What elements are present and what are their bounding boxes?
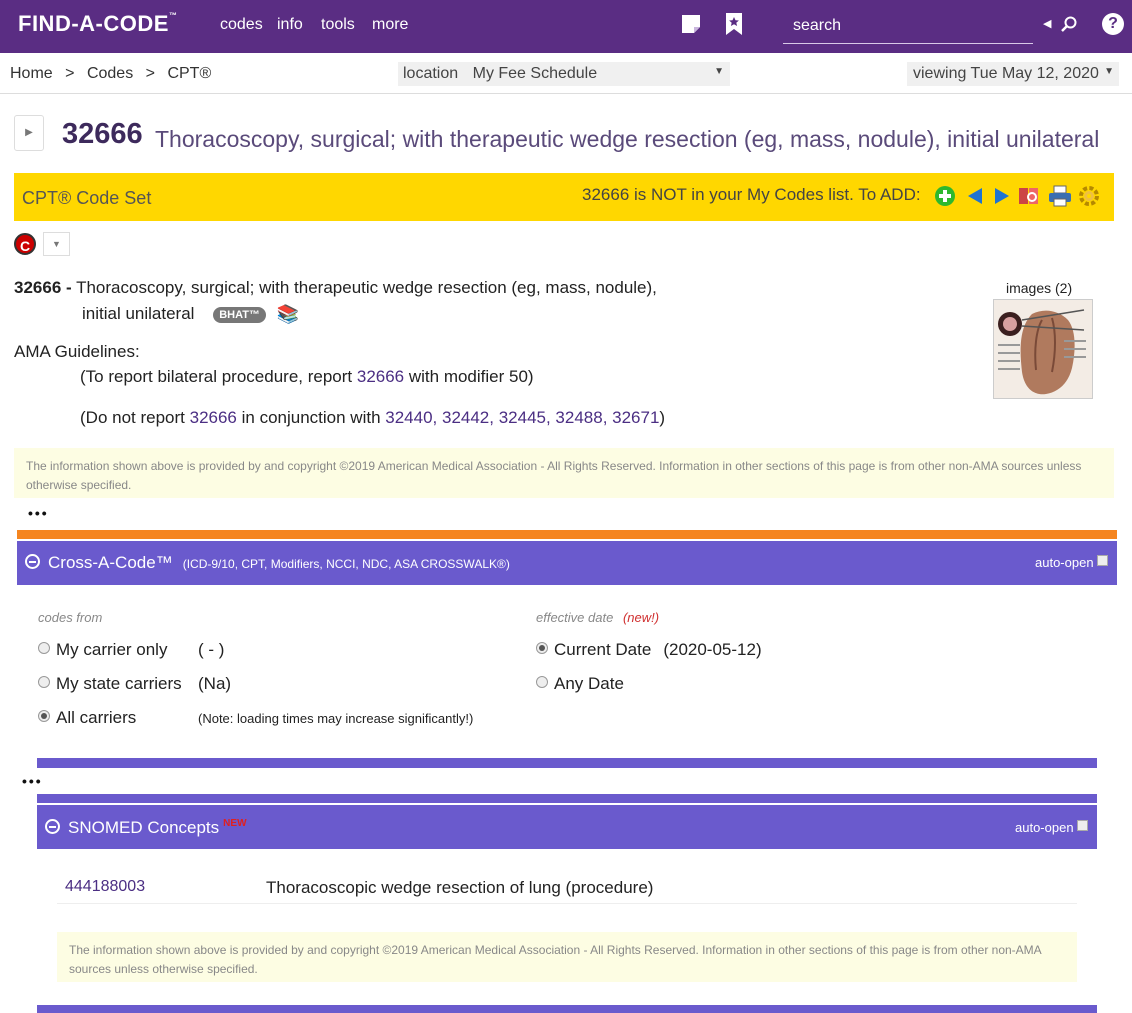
next-arrow-icon[interactable] — [991, 185, 1013, 207]
code-description-line2: initial unilateral BHAT™ 📚 — [82, 304, 299, 325]
search-input[interactable]: search — [783, 10, 1033, 44]
guideline-text: ) — [659, 408, 666, 427]
snomed-title: SNOMED Concepts NEW — [45, 818, 247, 838]
radio-any-date[interactable]: Any Date — [536, 674, 624, 694]
section-footer-bar — [37, 758, 1097, 768]
breadcrumb: Home > Codes > CPT® — [10, 65, 219, 83]
bhat-badge[interactable]: BHAT™ — [213, 306, 266, 323]
auto-open-checkbox[interactable] — [1096, 555, 1108, 566]
guideline-text: (Do not report — [80, 408, 190, 427]
effective-date-label: effective date (new!) — [536, 610, 660, 625]
book-search-icon[interactable] — [1018, 185, 1040, 207]
auto-open-toggle[interactable]: auto-open — [1035, 555, 1108, 570]
previous-arrow-icon[interactable] — [964, 185, 986, 207]
location-select[interactable]: location My Fee Schedule ▼ — [398, 62, 730, 86]
nav-info-link[interactable]: info — [277, 16, 303, 34]
location-label: location — [403, 65, 459, 82]
bookmark-star-icon[interactable] — [725, 12, 743, 41]
radio-current-date[interactable]: Current Date (2020-05-12) — [536, 640, 762, 660]
page-title-code: 32666 — [62, 118, 143, 150]
print-icon[interactable] — [1048, 185, 1071, 207]
breadcrumb-codes[interactable]: Codes — [87, 65, 133, 82]
books-icon[interactable]: 📚 — [277, 304, 299, 325]
codes-from-label: codes from — [38, 610, 103, 625]
radio-my-carrier[interactable]: My carrier only( - ) — [38, 640, 224, 660]
guideline-text: in conjunction with — [236, 408, 386, 427]
more-options-icon[interactable]: ••• — [28, 505, 49, 521]
radio-button[interactable] — [536, 676, 548, 688]
guideline-text: with modifier 50) — [404, 367, 534, 386]
anatomy-image-thumbnail[interactable] — [993, 299, 1093, 399]
ama-copyright-notice: The information shown above is provided … — [57, 932, 1077, 982]
radio-button[interactable] — [38, 676, 50, 688]
new-badge: NEW — [223, 818, 247, 829]
help-icon[interactable]: ? — [1102, 13, 1124, 35]
code-description-text: initial unilateral — [82, 304, 195, 323]
code-set-label: CPT® Code Set — [22, 188, 152, 208]
ama-copyright-notice: The information shown above is provided … — [14, 448, 1114, 498]
related-code-links[interactable]: 32440, 32442, 32445, 32488, 32671 — [385, 408, 659, 427]
ama-guideline-2: (Do not report 32666 in conjunction with… — [80, 408, 665, 428]
cross-a-code-title: Cross-A-Code™ (ICD-9/10, CPT, Modifiers, … — [25, 553, 510, 573]
viewing-label: viewing — [913, 65, 967, 82]
breadcrumb-separator: > — [65, 65, 75, 82]
nav-codes-link[interactable]: codes — [220, 16, 263, 34]
breadcrumb-separator: > — [145, 65, 155, 82]
radio-button-selected[interactable] — [38, 710, 50, 722]
chevron-down-icon[interactable]: ▼ — [43, 232, 70, 256]
cross-a-code-header[interactable]: Cross-A-Code™ (ICD-9/10, CPT, Modifiers, … — [17, 541, 1117, 585]
section-divider — [37, 794, 1097, 803]
nav-tools-link[interactable]: tools — [321, 16, 355, 34]
ama-guidelines-heading: AMA Guidelines: — [14, 342, 140, 361]
ama-guideline-1: (To report bilateral procedure, report 3… — [80, 367, 534, 387]
images-label[interactable]: images (2) — [1006, 280, 1072, 296]
chevron-down-icon: ▼ — [1104, 66, 1114, 77]
page-title-description: Thoracoscopy, surgical; with therapeutic… — [155, 126, 1100, 152]
snomed-code-link[interactable]: 444188003 — [65, 878, 145, 896]
add-plus-icon[interactable] — [934, 185, 956, 207]
guideline-text: (To report bilateral procedure, report — [80, 367, 357, 386]
code-set-toolbar: CPT® Code Set 32666 is NOT in your My Co… — [14, 173, 1114, 221]
code-description-line1: 32666 - Thoracoscopy, surgical; with the… — [14, 278, 657, 298]
viewing-date-select[interactable]: viewing Tue May 12, 2020 ▼ — [907, 62, 1119, 86]
auto-open-checkbox[interactable] — [1076, 820, 1088, 831]
expand-sidebar-button[interactable]: ▶ — [14, 115, 44, 151]
nav-more-link[interactable]: more — [372, 16, 408, 34]
location-value: My Fee Schedule — [472, 65, 598, 82]
radio-my-state-carriers[interactable]: My state carriers (Na) — [38, 674, 231, 694]
snomed-concepts-header[interactable]: SNOMED Concepts NEW auto-open — [37, 805, 1097, 849]
viewing-value: Tue May 12, 2020 — [970, 65, 1099, 82]
section-footer-bar — [37, 1005, 1097, 1013]
breadcrumb-bar: Home > Codes > CPT® location My Fee Sche… — [0, 53, 1132, 94]
collapse-minus-icon[interactable] — [25, 554, 40, 569]
snomed-description: Thoracoscopic wedge resection of lung (p… — [266, 878, 654, 897]
code-link-32666[interactable]: 32666 — [357, 367, 404, 386]
auto-open-toggle[interactable]: auto-open — [1015, 820, 1088, 835]
my-codes-message: 32666 is NOT in your My Codes list. To A… — [582, 185, 921, 204]
chevron-down-icon: ▼ — [714, 66, 724, 77]
more-options-icon[interactable]: ••• — [22, 773, 43, 789]
logo[interactable]: FIND-A-CODE™ — [18, 11, 177, 37]
collapse-minus-icon[interactable] — [45, 819, 60, 834]
row-divider — [57, 903, 1077, 904]
radio-button[interactable] — [38, 642, 50, 654]
gear-icon[interactable] — [1078, 185, 1100, 207]
breadcrumb-cpt[interactable]: CPT® — [167, 65, 211, 82]
top-navbar: FIND-A-CODE™ codes info tools more searc… — [0, 0, 1132, 53]
copyright-c-icon[interactable]: C — [14, 233, 36, 255]
breadcrumb-home[interactable]: Home — [10, 65, 53, 82]
radio-button-selected[interactable] — [536, 642, 548, 654]
code-description-text: Thoracoscopy, surgical; with therapeutic… — [76, 278, 657, 297]
note-icon[interactable] — [681, 14, 701, 39]
code-link-32666[interactable]: 32666 — [190, 408, 237, 427]
radio-all-carriers[interactable]: All carriers (Note: loading times may inc… — [38, 708, 473, 728]
section-divider — [17, 530, 1117, 539]
caret-left-icon[interactable]: ◀ — [1043, 17, 1051, 30]
search-icon[interactable] — [1060, 15, 1078, 38]
code-prefix: 32666 - — [14, 278, 72, 297]
